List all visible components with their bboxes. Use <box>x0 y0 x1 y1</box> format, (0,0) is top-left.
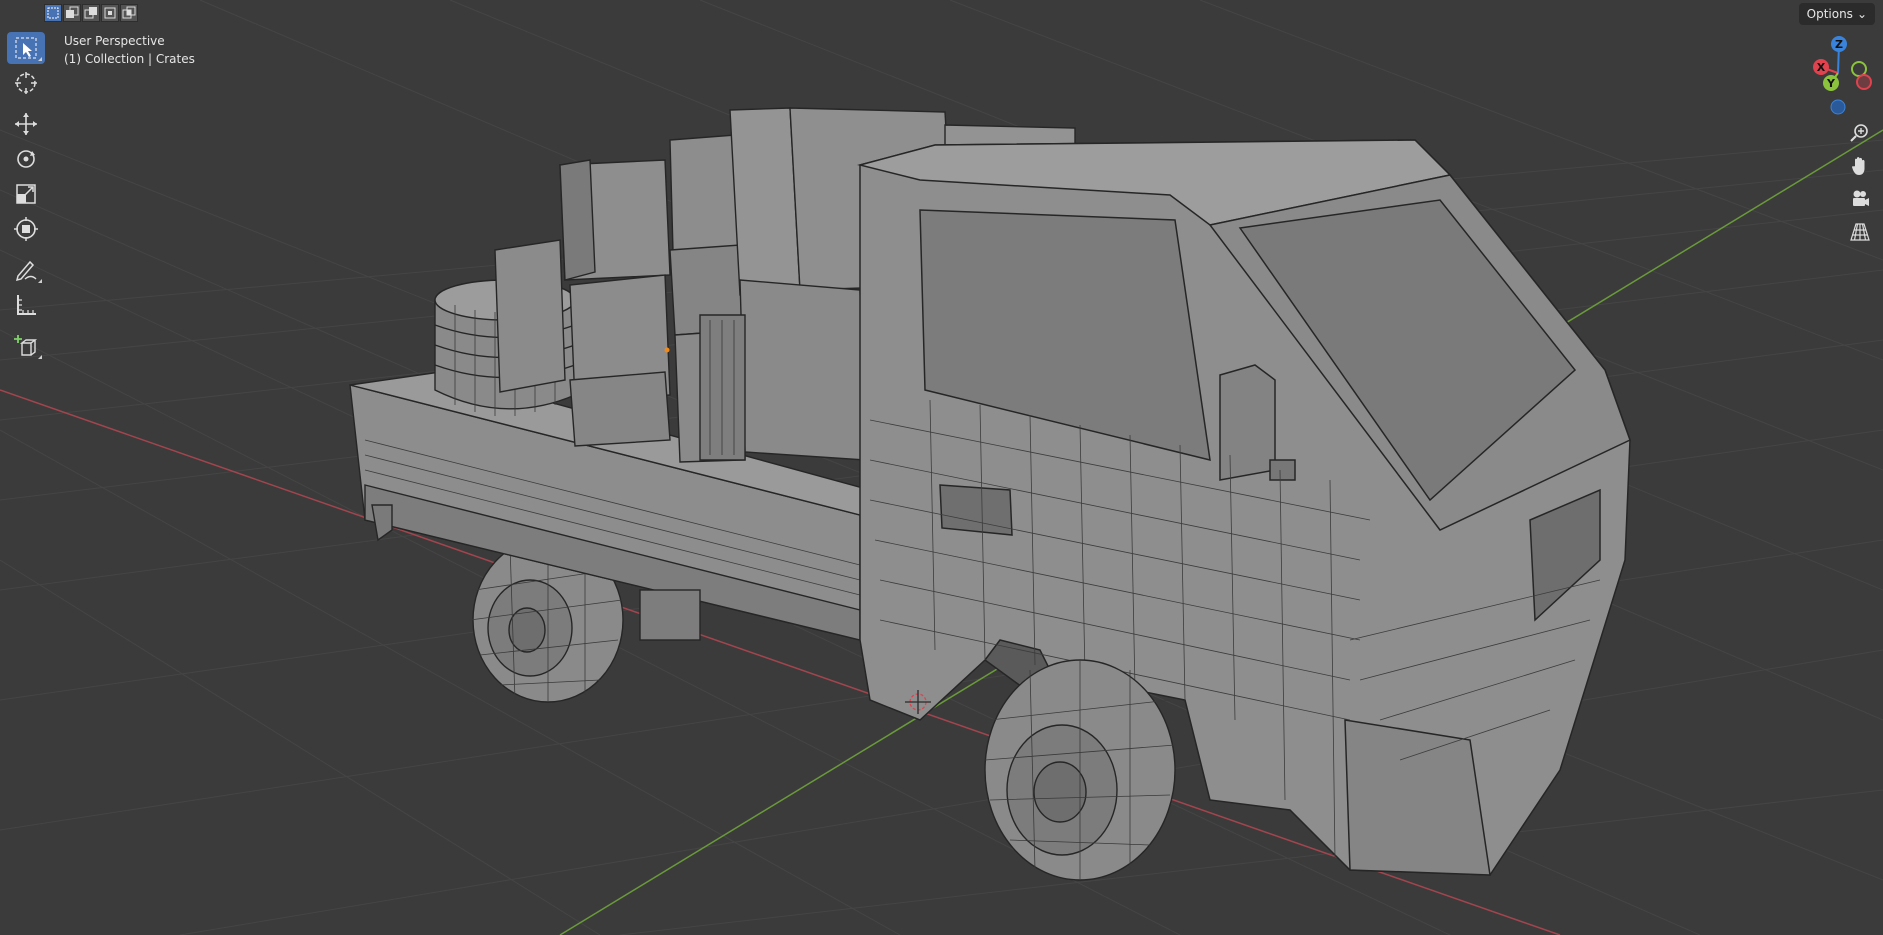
move-tool[interactable] <box>7 108 45 140</box>
perspective-toggle-button[interactable] <box>1845 217 1875 247</box>
gizmo-neg-x <box>1856 74 1872 90</box>
select-mode-buttons <box>44 4 139 24</box>
cursor-tool[interactable] <box>7 67 45 99</box>
measure-tool[interactable] <box>7 289 45 321</box>
options-dropdown[interactable]: Options ⌄ <box>1798 3 1875 25</box>
origin-dot <box>664 347 670 353</box>
gizmo-y-label: Y <box>1826 77 1836 90</box>
select-intersect-icon[interactable] <box>120 4 138 22</box>
navigation-controls <box>1845 118 1881 250</box>
transform-icon <box>14 217 38 241</box>
pan-button[interactable] <box>1845 151 1875 181</box>
annotate-tool[interactable] <box>7 254 45 286</box>
select-box-tool[interactable] <box>7 32 45 64</box>
move-icon <box>15 113 37 135</box>
rotate-tool[interactable] <box>7 143 45 175</box>
gizmo-x-label: X <box>1817 61 1826 74</box>
camera-view-button[interactable] <box>1845 184 1875 214</box>
select-invert-icon[interactable] <box>101 4 119 22</box>
select-box-icon <box>15 37 37 59</box>
transform-tool[interactable] <box>7 213 45 245</box>
zoom-icon <box>1850 124 1868 142</box>
select-extend-icon[interactable] <box>63 4 81 22</box>
select-new-icon[interactable] <box>44 4 62 22</box>
add-cube-tool[interactable] <box>7 330 45 362</box>
measure-icon <box>17 295 36 315</box>
select-subtract-icon[interactable] <box>82 4 100 22</box>
cursor-icon <box>15 72 37 94</box>
front-wheel <box>984 659 1176 881</box>
view-name-label: User Perspective <box>64 34 165 48</box>
navigation-gizmo[interactable]: Z X Y <box>1803 33 1883 123</box>
gizmo-z-label: Z <box>1835 38 1843 51</box>
camera-icon <box>1853 190 1869 206</box>
scale-tool[interactable] <box>7 178 45 210</box>
add-cube-icon <box>14 335 38 356</box>
scale-icon <box>16 184 36 204</box>
gizmo-neg-z <box>1830 99 1846 115</box>
options-label: Options <box>1806 7 1853 21</box>
perspective-grid-icon <box>1850 223 1870 241</box>
collection-info-label: (1) Collection | Crates <box>64 52 195 66</box>
gizmo-neg-y <box>1851 61 1867 77</box>
tool-shelf <box>7 32 45 365</box>
annotate-icon <box>15 260 37 282</box>
3d-viewport[interactable]: User Perspective (1) Collection | Crates <box>0 0 1883 935</box>
pan-hand-icon <box>1852 157 1865 175</box>
scene-canvas[interactable] <box>0 0 1883 935</box>
chevron-down-icon: ⌄ <box>1856 7 1867 21</box>
rotate-icon <box>17 150 35 168</box>
zoom-button[interactable] <box>1845 118 1875 148</box>
